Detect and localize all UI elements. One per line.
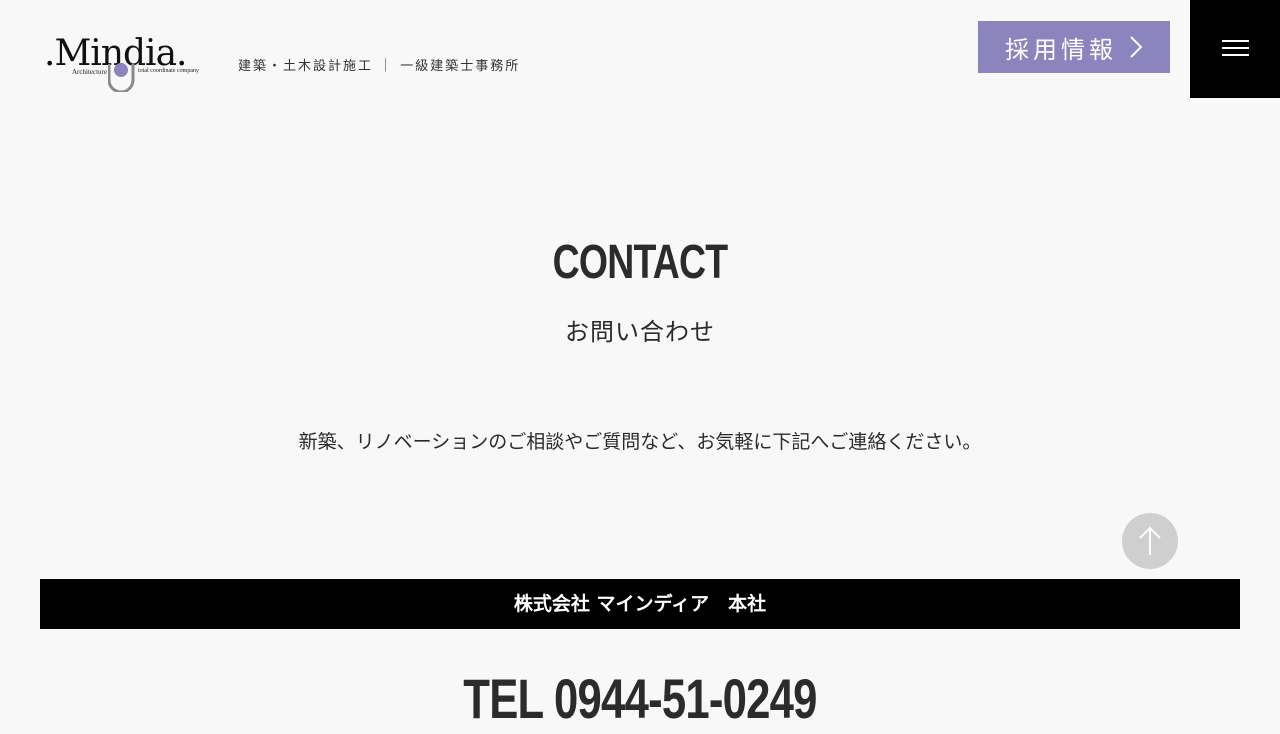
phone-number-link[interactable]: TEL 0944-51-0249: [141, 664, 1139, 734]
tagline: 建築・土木設計施工 ｜ 一級建築士事務所: [238, 59, 521, 74]
arrow-up-icon: [1139, 526, 1161, 555]
hamburger-menu-icon: [1222, 40, 1249, 42]
section-title: CONTACT: [552, 236, 729, 289]
logo-mark-icon: [108, 63, 135, 92]
company-name-bar: 株式会社 マインディア 本社: [40, 579, 1240, 629]
recruit-button-label: 採用情報: [1005, 35, 1117, 64]
contact-lead-text: 新築、リノベーションのご相談やご質問など、お気軽に下記へご連絡ください。: [298, 431, 982, 453]
hamburger-menu-icon: [1222, 54, 1249, 56]
chevron-right-icon: [1130, 36, 1143, 58]
recruit-button[interactable]: 採用情報: [978, 21, 1170, 73]
menu-button[interactable]: [1190, 0, 1280, 98]
logo-sub-architecture: Architecture: [72, 68, 107, 76]
site-logo[interactable]: .Mindia. Architecture total coordinate c…: [44, 34, 224, 96]
scroll-to-top-button[interactable]: [1122, 513, 1178, 569]
section-subtitle: お問い合わせ: [565, 318, 715, 346]
hamburger-menu-icon: [1222, 47, 1249, 49]
logo-sub-coordinate: total coordinate company: [138, 68, 199, 74]
